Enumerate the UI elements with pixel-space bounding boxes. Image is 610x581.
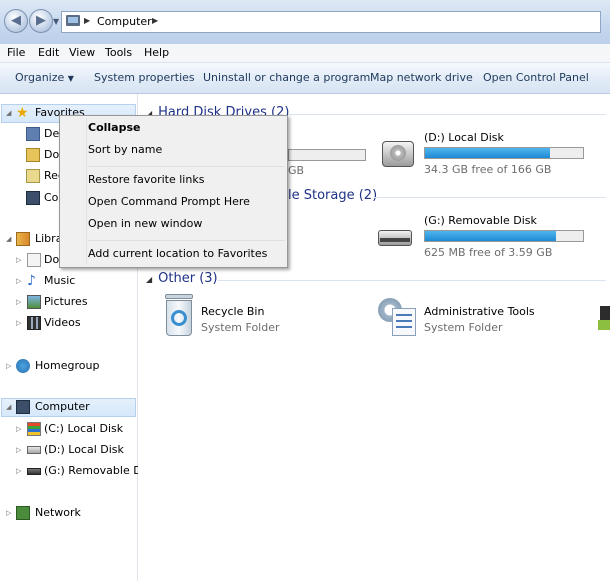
- removable-drive-icon: [27, 468, 41, 475]
- menu-edit[interactable]: Edit: [38, 46, 59, 59]
- menu-view[interactable]: View: [69, 46, 95, 59]
- drive-g-usage-bar: [424, 230, 584, 242]
- menu-item-restore-favorite-links[interactable]: Restore favorite links: [88, 173, 204, 186]
- chevron-down-icon: ▼: [67, 74, 74, 83]
- address-bar[interactable]: ▶ Computer ▶: [61, 11, 601, 33]
- collapse-arrow-icon[interactable]: ◢: [6, 230, 11, 248]
- back-button[interactable]: ◀: [4, 9, 28, 33]
- libraries-icon: [16, 232, 30, 246]
- drive-g-name[interactable]: (G:) Removable Disk: [424, 214, 537, 227]
- menu-item-collapse[interactable]: Collapse: [88, 121, 140, 134]
- drive-d-name[interactable]: (D:) Local Disk: [424, 131, 504, 144]
- context-menu: Collapse Sort by name Restore favorite l…: [59, 115, 288, 268]
- group-divider: [288, 114, 606, 115]
- computer-icon: [16, 400, 30, 414]
- star-icon: ★: [16, 105, 29, 121]
- menu-gutter: [86, 118, 87, 265]
- music-icon: ♪: [27, 273, 36, 289]
- expand-arrow-icon[interactable]: ▷: [16, 441, 21, 459]
- network-icon: [16, 506, 30, 520]
- uninstall-program-button[interactable]: Uninstall or change a program: [203, 71, 370, 84]
- menu-item-open-command-prompt[interactable]: Open Command Prompt Here: [88, 195, 250, 208]
- expand-arrow-icon[interactable]: ▷: [16, 462, 21, 480]
- removable-drive-icon: [378, 226, 414, 250]
- title-bar: ◀ ▶ ▼ ▶ Computer ▶: [0, 0, 610, 44]
- administrative-tools-icon: [378, 294, 418, 338]
- forward-button[interactable]: ▶: [29, 9, 53, 33]
- group-divider: [374, 197, 606, 198]
- collapse-arrow-icon[interactable]: ◢: [146, 275, 152, 284]
- group-title: Other (3): [158, 271, 218, 286]
- expand-arrow-icon[interactable]: ▷: [16, 251, 21, 269]
- expand-arrow-icon[interactable]: ▷: [6, 357, 11, 375]
- menu-separator: [88, 166, 285, 167]
- group-other[interactable]: ◢ Other (3): [146, 271, 218, 286]
- menu-tools[interactable]: Tools: [105, 46, 132, 59]
- recycle-bin-type: System Folder: [201, 321, 280, 334]
- collapse-arrow-icon[interactable]: ◢: [6, 104, 11, 122]
- menu-item-add-to-favorites[interactable]: Add current location to Favorites: [88, 247, 267, 260]
- menu-help[interactable]: Help: [144, 46, 169, 59]
- menu-item-sort-by-name[interactable]: Sort by name: [88, 143, 162, 156]
- organize-label: Organize: [15, 71, 65, 84]
- recycle-bin-name[interactable]: Recycle Bin: [201, 305, 264, 318]
- administrative-tools-type: System Folder: [424, 321, 503, 334]
- open-control-panel-button[interactable]: Open Control Panel: [483, 71, 589, 84]
- breadcrumb-arrow-icon[interactable]: ▶: [84, 16, 90, 25]
- system-properties-button[interactable]: System properties: [94, 71, 195, 84]
- computer-icon: [66, 15, 80, 26]
- group-title: le Storage (2): [288, 188, 378, 203]
- computer-icon: [26, 191, 40, 205]
- desktop-icon: [26, 127, 40, 141]
- menu-item-open-new-window[interactable]: Open in new window: [88, 217, 202, 230]
- recent-pages-dropdown-icon[interactable]: ▼: [53, 17, 59, 26]
- map-network-drive-button[interactable]: Map network drive: [370, 71, 473, 84]
- windows-drive-icon: [27, 422, 41, 436]
- drive-d-free-space: 34.3 GB free of 166 GB: [424, 163, 552, 176]
- breadcrumb-arrow-icon[interactable]: ▶: [152, 16, 158, 25]
- collapse-arrow-icon[interactable]: ◢: [6, 398, 11, 416]
- recent-places-icon: [26, 169, 40, 183]
- administrative-tools-name[interactable]: Administrative Tools: [424, 305, 535, 318]
- group-divider: [218, 280, 606, 281]
- videos-icon: [27, 316, 41, 330]
- organize-button[interactable]: Organize ▼: [15, 71, 74, 84]
- drive-g-free-space: 625 MB free of 3.59 GB: [424, 246, 553, 259]
- hard-drive-icon: [380, 137, 416, 173]
- menu-file[interactable]: File: [7, 46, 25, 59]
- command-bar: Organize ▼ System properties Uninstall o…: [0, 63, 610, 94]
- expand-arrow-icon[interactable]: ▷: [6, 504, 11, 522]
- drive-c-usage-bar: [288, 149, 366, 161]
- expand-arrow-icon[interactable]: ▷: [16, 314, 21, 332]
- expand-arrow-icon[interactable]: ▷: [16, 293, 21, 311]
- drive-d-usage-bar: [424, 147, 584, 159]
- pictures-icon: [27, 295, 41, 309]
- menu-bar: File Edit View Tools Help: [0, 44, 610, 63]
- menu-separator: [88, 240, 285, 241]
- drive-c-free-space: GB: [288, 164, 305, 177]
- documents-icon: [27, 253, 41, 267]
- downloads-icon: [26, 148, 40, 162]
- group-removable-storage[interactable]: le Storage (2): [288, 188, 377, 203]
- expand-arrow-icon[interactable]: ▷: [16, 420, 21, 438]
- hard-drive-icon: [27, 446, 41, 454]
- recycle-bin-icon: [162, 294, 196, 338]
- address-text: Computer: [97, 15, 152, 28]
- expand-arrow-icon[interactable]: ▷: [16, 272, 21, 290]
- third-other-item-icon[interactable]: [598, 306, 610, 332]
- homegroup-icon: [16, 359, 30, 373]
